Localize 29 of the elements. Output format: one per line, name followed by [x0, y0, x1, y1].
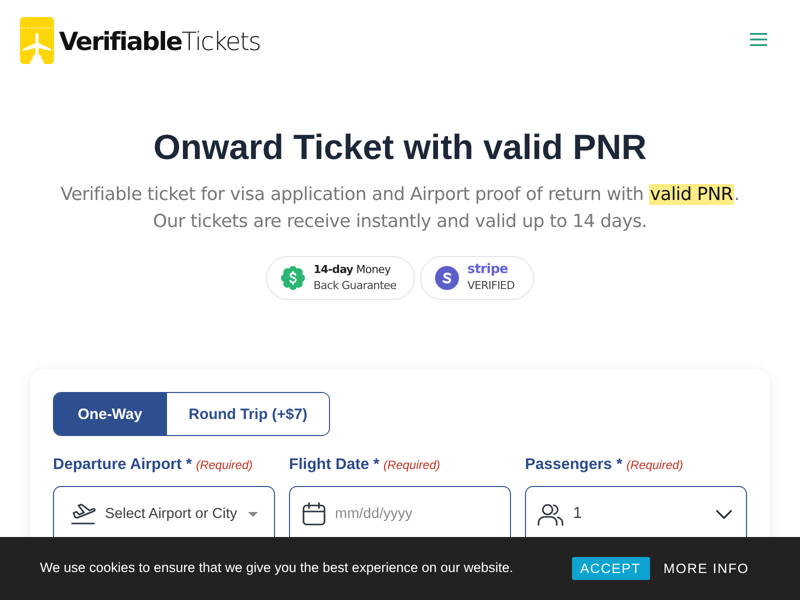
calendar-icon: [302, 502, 326, 526]
ticket-plane-icon: [20, 17, 54, 64]
chevron-down-icon: [716, 510, 732, 518]
subtitle: Our tickets are receive instantly and valid up to 14 days.: [153, 210, 647, 234]
people-icon: [537, 502, 564, 526]
page-title: Onward Ticket with valid PNR: [153, 127, 647, 169]
more-info-button[interactable]: MORE INFO: [658, 557, 755, 580]
cookie-message: We use cookies to ensure that we give you the best experience on our website.: [40, 560, 514, 574]
required-note: (Required): [196, 457, 253, 474]
trip-type-tab[interactable]: One-Way: [54, 393, 166, 435]
passengers-select[interactable]: 1: [525, 486, 747, 537]
badge-title: 14-day Money: [313, 262, 392, 278]
trip-type-tab[interactable]: Round Trip (+$7): [166, 393, 329, 435]
menu-icon[interactable]: [750, 33, 767, 46]
stripe-logo-icon: [435, 266, 460, 290]
dollar-seal-icon: [281, 266, 306, 290]
stripe-wordmark: stripe: [467, 262, 509, 278]
caret-down-icon: [248, 512, 258, 516]
field-label: Departure Airport *: [53, 455, 192, 475]
badge-caption: Back Guarantee: [313, 278, 396, 294]
field-label: Passengers *: [525, 455, 622, 475]
subtitle: Verifiable ticket for visa application and Airport proof of return with valid PNR.: [60, 183, 740, 207]
logo-wordmark[interactable]: VerifiableTickets: [59, 27, 260, 56]
badge-caption: VERIFIED: [467, 278, 515, 294]
airport-select[interactable]: Select Airport or City: [53, 486, 275, 537]
plane-takeoff-icon: [70, 503, 96, 525]
field-label: Flight Date *: [289, 455, 380, 475]
required-note: (Required): [626, 457, 684, 474]
required-note: (Required): [383, 457, 440, 474]
